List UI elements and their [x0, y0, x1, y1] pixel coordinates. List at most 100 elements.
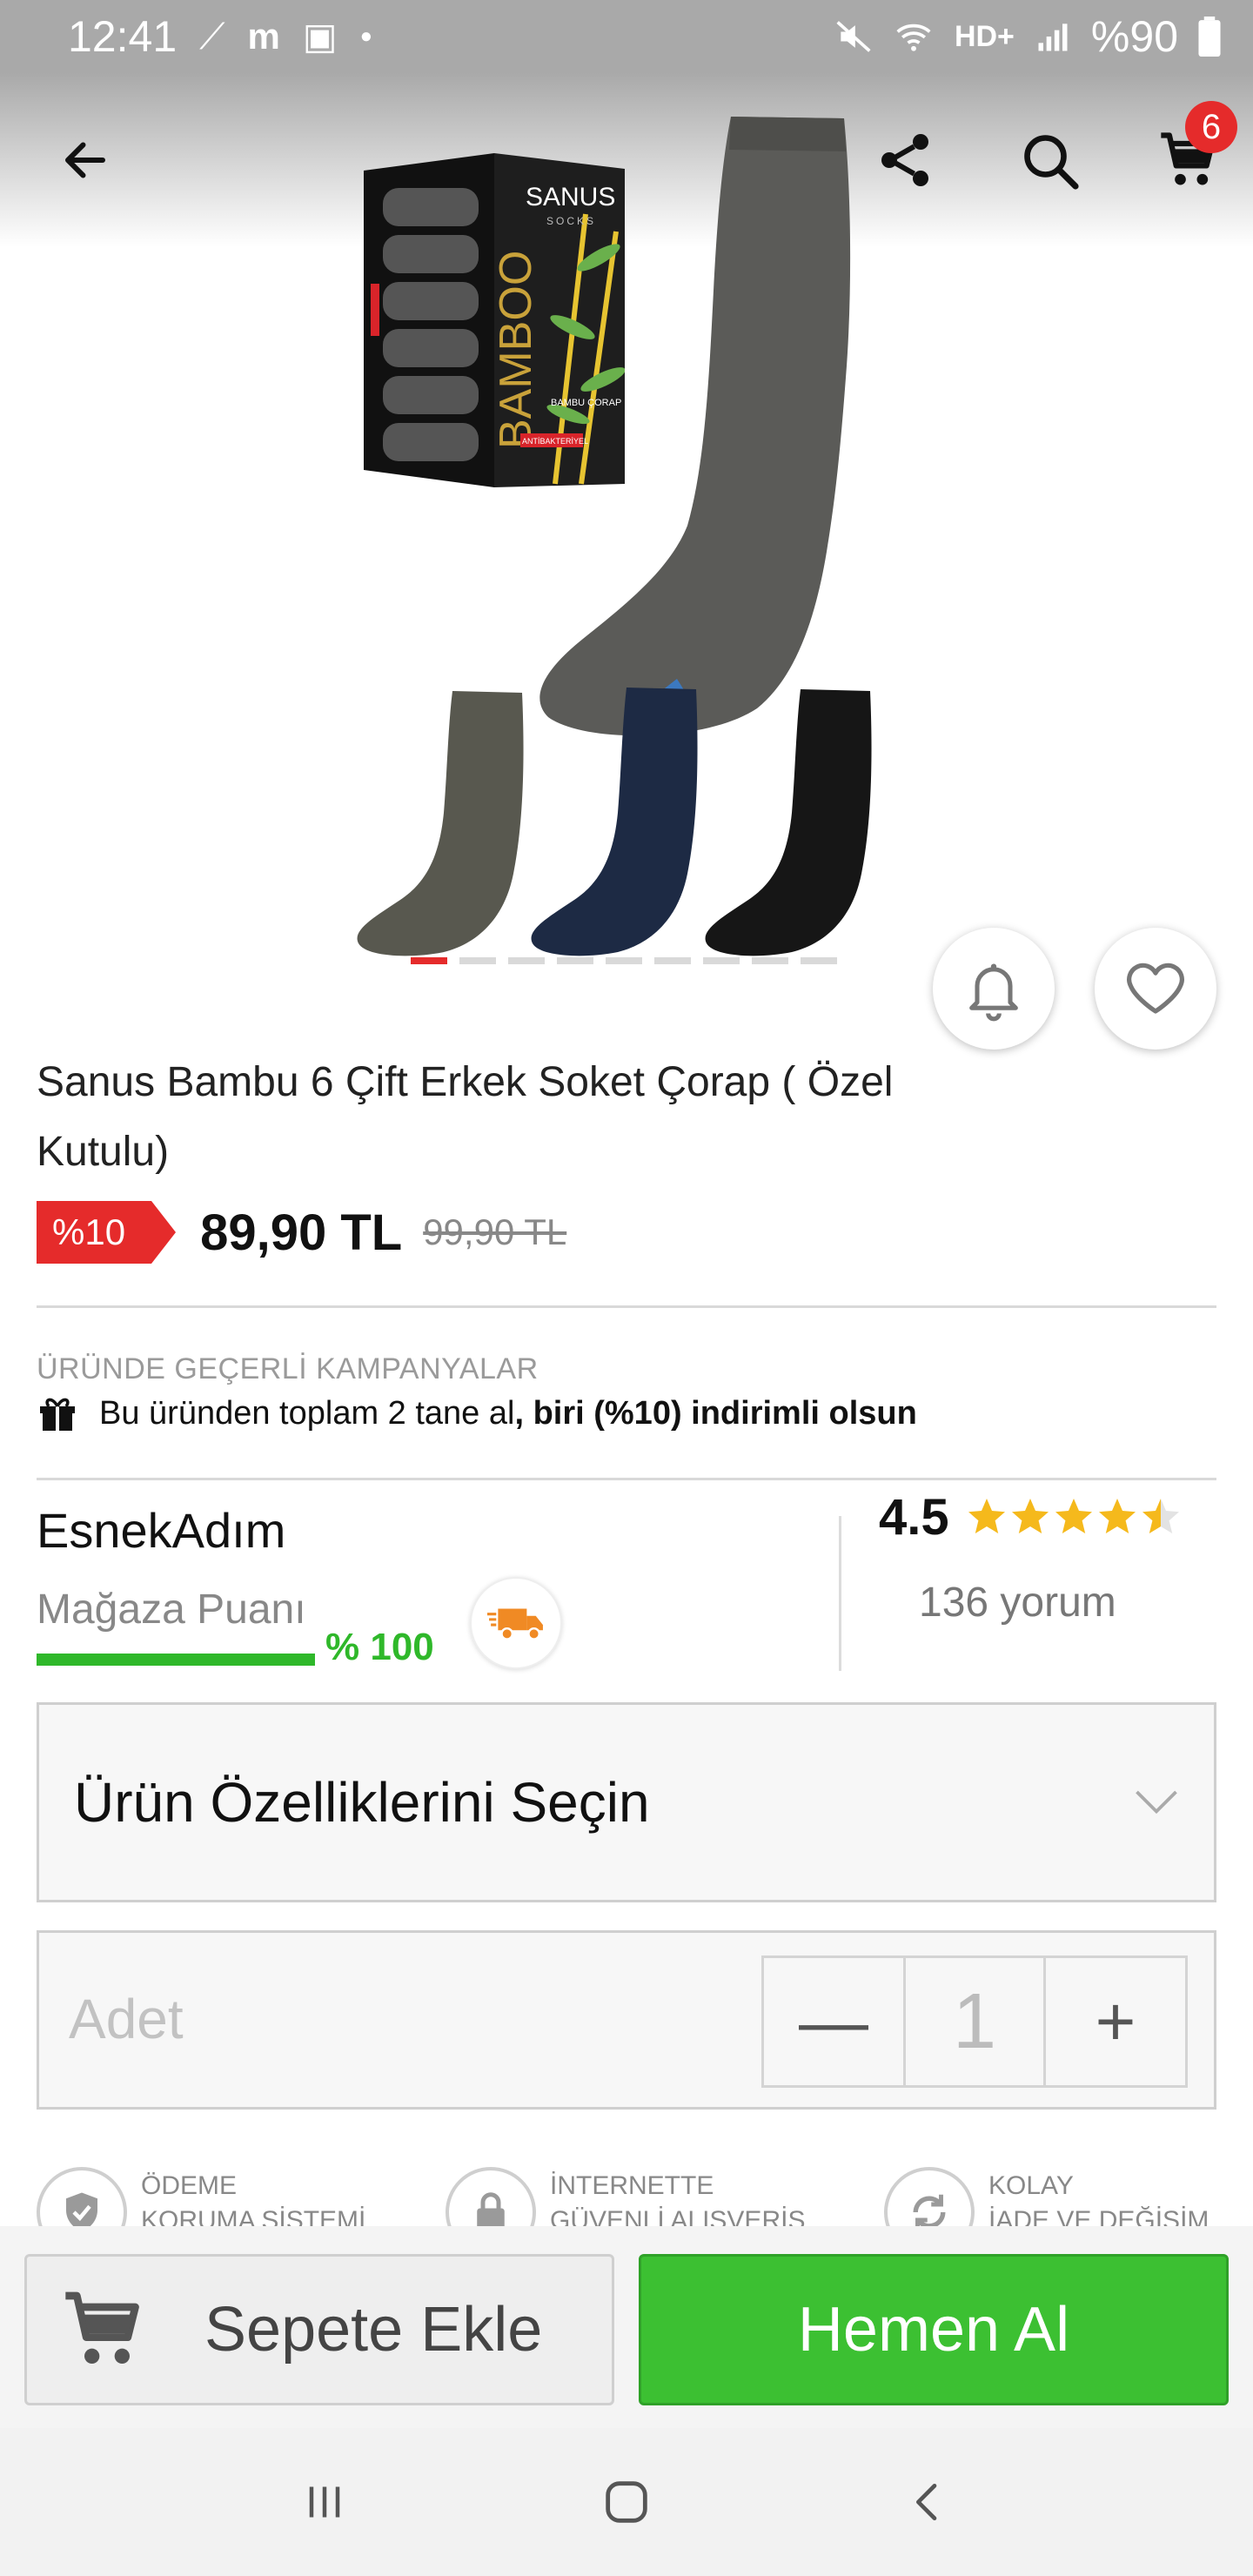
quantity-stepper: — 1 + [761, 1955, 1188, 2088]
carousel-dot[interactable] [508, 957, 545, 964]
trust-badges: ÖDEME KORUMA SİSTEMİ İNTERNETTE GÜVENLİ … [0, 2167, 1253, 2226]
system-navigation-bar [0, 2428, 1253, 2576]
carousel-dot[interactable] [801, 957, 837, 964]
product-options-select[interactable]: Ürün Özelliklerini Seçin [37, 1702, 1216, 1902]
badge-line1: İNTERNETTE [550, 2171, 714, 2200]
nav-back-icon [915, 2484, 936, 2520]
discount-badge: %10 [37, 1201, 177, 1264]
truck-icon [487, 1608, 543, 1640]
review-count-link[interactable]: 136 yorum [919, 1579, 1116, 1627]
search-icon [1024, 135, 1079, 190]
network-type-label: HD+ [954, 19, 1015, 53]
badge-line1: ÖDEME [141, 2171, 238, 2200]
rating-value: 4.5 [879, 1489, 949, 1546]
wifi-icon [896, 23, 931, 51]
fast-shipping-badge[interactable] [470, 1577, 562, 1669]
recent-apps-button[interactable] [281, 2459, 368, 2546]
campaign-heading: ÜRÜNDE GEÇERLİ KAMPANYALAR [37, 1352, 539, 1385]
system-back-button[interactable] [885, 2459, 972, 2546]
store-score-label: Mağaza Puanı [37, 1587, 306, 1633]
decrease-button[interactable]: — [764, 1958, 903, 2085]
badge-text: İNTERNETTE GÜVENLİ ALIŞVERİŞ [550, 2167, 805, 2226]
store-score-fill [37, 1654, 315, 1666]
share-icon [881, 134, 928, 186]
carousel-dot[interactable] [654, 957, 691, 964]
badge-easy-return: KOLAY İADE VE DEĞİŞİM [884, 2167, 1209, 2226]
share-button[interactable] [861, 117, 948, 204]
badge-icon-circle [884, 2167, 975, 2226]
badge-text: KOLAY İADE VE DEĞİŞİM [988, 2167, 1209, 2226]
home-button[interactable] [583, 2459, 670, 2546]
store-score-bar [37, 1654, 315, 1666]
campaign-text-normal: Bu üründen toplam 2 tane al [99, 1394, 515, 1432]
quantity-value[interactable]: 1 [903, 1958, 1046, 2085]
product-title: Sanus Bambu 6 Çift Erkek Soket Çorap ( Ö… [37, 1059, 894, 1175]
carousel-dot[interactable] [411, 957, 447, 964]
buy-now-button[interactable]: Hemen Al [639, 2254, 1229, 2405]
badge-text: ÖDEME KORUMA SİSTEMİ [141, 2167, 365, 2226]
battery-percent: %90 [1090, 12, 1178, 61]
star-icon [1055, 1499, 1092, 1533]
product-main-sock-image [539, 117, 851, 736]
cart-count-badge: 6 [1185, 101, 1237, 153]
status-bar: 12:41 ⟋ m ▣ ● HD+ %90 [0, 0, 1253, 73]
shield-icon [66, 2192, 97, 2226]
badge-secure-shopping: İNTERNETTE GÜVENLİ ALIŞVERİŞ [446, 2167, 805, 2226]
carousel-dot[interactable] [459, 957, 496, 964]
product-gallery[interactable]: SANUS SOCKS BAMBOO BAMBU ÇORAP ANTİBAKTE… [0, 73, 1253, 1050]
quantity-label: Adet [69, 1988, 184, 2050]
badge-line1: KOLAY [988, 2171, 1074, 2200]
select-label: Ürün Özelliklerini Seçin [74, 1771, 650, 1834]
vertical-divider [839, 1516, 841, 1671]
badge-icon-circle [446, 2167, 536, 2226]
shoe-notification-icon: ⟋ [199, 16, 225, 57]
store-score-value: % 100 [325, 1626, 434, 1668]
signal-icon [1038, 23, 1068, 51]
rating-stars [966, 1495, 1182, 1537]
bottom-action-bar: Sepete Ekle Hemen Al [0, 2226, 1253, 2428]
favorite-button[interactable] [1095, 928, 1216, 1050]
carousel-indicator [411, 957, 837, 964]
cart-button[interactable]: 6 [1145, 101, 1237, 204]
campaign-item[interactable]: Bu üründen toplam 2 tane al, biri (%10) … [37, 1392, 917, 1434]
product-variants-image [357, 688, 872, 956]
carousel-dot[interactable] [752, 957, 788, 964]
star-icon [1012, 1499, 1049, 1533]
box-notification-icon: ▣ [302, 16, 338, 57]
price-row: %10 89,90 TL 99,90 TL [37, 1199, 566, 1265]
current-price: 89,90 TL [200, 1204, 403, 1261]
star-icon [1099, 1499, 1136, 1533]
increase-button[interactable]: + [1046, 1958, 1185, 2085]
m-notification-icon: m [247, 16, 280, 57]
refresh-icon [913, 2194, 946, 2226]
campaign-text: Bu üründen toplam 2 tane al, biri (%10) … [99, 1395, 917, 1432]
quantity-field: Adet — 1 + [37, 1930, 1216, 2110]
store-name[interactable]: EsnekAdım [37, 1502, 285, 1559]
add-to-cart-button[interactable]: Sepete Ekle [24, 2254, 614, 2405]
recent-apps-icon [310, 2486, 340, 2518]
star-icon [968, 1499, 1005, 1533]
battery-icon [1198, 17, 1221, 57]
back-arrow-icon [65, 142, 105, 178]
status-time: 12:41 [68, 12, 178, 61]
bell-icon [969, 963, 1018, 1022]
badge-line2: GÜVENLİ ALIŞVERİŞ [550, 2206, 806, 2226]
mute-icon [836, 21, 871, 52]
carousel-dot[interactable] [606, 957, 642, 964]
campaign-text-bold: , biri (%10) indirimli olsun [514, 1394, 917, 1432]
badge-line2: İADE VE DEĞİŞİM [988, 2206, 1209, 2226]
chevron-down-icon [1136, 1790, 1177, 1815]
search-button[interactable] [1006, 117, 1093, 204]
badge-line2: KORUMA SİSTEMİ [141, 2206, 366, 2226]
back-button[interactable] [42, 117, 129, 204]
gift-icon [40, 1398, 75, 1431]
heart-icon [1127, 963, 1184, 1014]
notify-button[interactable] [933, 928, 1055, 1050]
half-star-icon [1142, 1499, 1179, 1533]
carousel-dot[interactable] [703, 957, 740, 964]
lock-icon [477, 2192, 505, 2226]
cart-icon [65, 2291, 139, 2364]
old-price: 99,90 TL [423, 1211, 567, 1252]
carousel-dot[interactable] [557, 957, 593, 964]
dot-icon: ● [359, 24, 373, 48]
